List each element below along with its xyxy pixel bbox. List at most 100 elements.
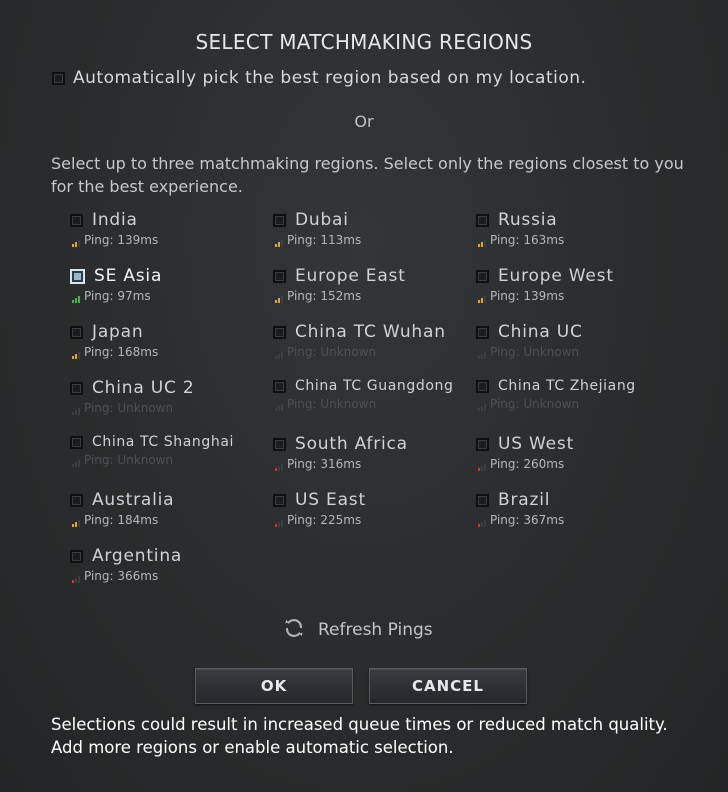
refresh-pings-button[interactable]: Refresh Pings bbox=[282, 616, 433, 644]
signal-bar bbox=[75, 410, 77, 415]
region-option-japan[interactable]: Japan Ping: 168ms bbox=[70, 322, 270, 372]
region-checkbox-brazil[interactable] bbox=[476, 493, 489, 507]
region-checkbox-china-tc-zhejiang[interactable] bbox=[476, 379, 489, 393]
region-checkbox-russia[interactable] bbox=[476, 213, 489, 227]
ping-value: Ping: 260ms bbox=[490, 457, 565, 471]
region-name: Brazil bbox=[498, 490, 551, 510]
dialog-title: SELECT MATCHMAKING REGIONS bbox=[195, 30, 533, 54]
region-name: SE Asia bbox=[94, 266, 163, 286]
ping-row: Ping: 260ms bbox=[478, 457, 676, 471]
region-name-row: South Africa bbox=[273, 434, 473, 454]
signal-bar bbox=[484, 240, 486, 247]
signal-bar bbox=[481, 522, 483, 527]
signal-bar bbox=[278, 466, 280, 471]
region-name: US West bbox=[498, 434, 575, 454]
region-name-row: China TC Shanghai bbox=[70, 434, 270, 450]
region-option-china-tc-shanghai[interactable]: China TC Shanghai Ping: Unknown bbox=[70, 434, 270, 484]
or-separator: Or bbox=[354, 112, 374, 131]
region-name-row: Brazil bbox=[476, 490, 676, 510]
auto-pick-option[interactable]: Automatically pick the best region based… bbox=[52, 68, 586, 88]
signal-bar bbox=[478, 356, 480, 359]
signal-bar bbox=[78, 576, 80, 583]
signal-bars-icon bbox=[72, 519, 80, 527]
signal-bar bbox=[281, 464, 283, 471]
region-option-dubai[interactable]: Dubai Ping: 113ms bbox=[273, 210, 473, 260]
signal-bars-icon bbox=[275, 295, 283, 303]
region-name: China UC bbox=[498, 322, 583, 342]
region-name-row: Europe West bbox=[476, 266, 676, 286]
region-checkbox-us-west[interactable] bbox=[476, 437, 489, 451]
signal-bars-icon bbox=[275, 351, 283, 359]
signal-bar bbox=[278, 406, 280, 411]
region-checkbox-china-tc-guangdong[interactable] bbox=[273, 379, 286, 393]
signal-bar bbox=[78, 240, 80, 247]
signal-bar bbox=[78, 352, 80, 359]
region-option-china-tc-guangdong[interactable]: China TC Guangdong Ping: Unknown bbox=[273, 378, 473, 428]
signal-bars-icon bbox=[72, 351, 80, 359]
auto-pick-checkbox[interactable] bbox=[52, 71, 65, 85]
signal-bar bbox=[78, 520, 80, 527]
region-checkbox-australia[interactable] bbox=[70, 493, 83, 507]
cancel-button[interactable]: CANCEL bbox=[369, 668, 527, 704]
region-checkbox-china-tc-wuhan[interactable] bbox=[273, 325, 286, 339]
ping-value: Ping: 113ms bbox=[287, 233, 362, 247]
region-name-row: US East bbox=[273, 490, 473, 510]
signal-bars-icon bbox=[72, 459, 80, 467]
region-option-china-tc-wuhan[interactable]: China TC Wuhan Ping: Unknown bbox=[273, 322, 473, 372]
ping-row: Ping: 113ms bbox=[275, 233, 473, 247]
signal-bar bbox=[278, 522, 280, 527]
region-checkbox-argentina[interactable] bbox=[70, 549, 83, 563]
region-checkbox-south-africa[interactable] bbox=[273, 437, 286, 451]
region-option-brazil[interactable]: Brazil Ping: 367ms bbox=[476, 490, 676, 540]
region-checkbox-dubai[interactable] bbox=[273, 213, 286, 227]
ping-row: Ping: Unknown bbox=[478, 345, 676, 359]
region-option-us-east[interactable]: US East Ping: 225ms bbox=[273, 490, 473, 540]
ping-value: Ping: 316ms bbox=[287, 457, 362, 471]
region-checkbox-china-uc-2[interactable] bbox=[70, 381, 83, 395]
region-option-china-uc[interactable]: China UC Ping: Unknown bbox=[476, 322, 676, 372]
region-option-india[interactable]: India Ping: 139ms bbox=[70, 210, 270, 260]
ping-row: Ping: Unknown bbox=[72, 401, 270, 415]
region-option-europe-west[interactable]: Europe West Ping: 139ms bbox=[476, 266, 676, 316]
region-option-russia[interactable]: Russia Ping: 163ms bbox=[476, 210, 676, 260]
signal-bar bbox=[481, 354, 483, 359]
region-checkbox-india[interactable] bbox=[70, 213, 83, 227]
region-checkbox-us-east[interactable] bbox=[273, 493, 286, 507]
region-option-china-tc-zhejiang[interactable]: China TC Zhejiang Ping: Unknown bbox=[476, 378, 676, 428]
region-checkbox-europe-east[interactable] bbox=[273, 269, 286, 283]
signal-bar bbox=[478, 524, 480, 527]
region-checkbox-china-uc[interactable] bbox=[476, 325, 489, 339]
ping-value: Ping: Unknown bbox=[84, 401, 174, 415]
signal-bars-icon bbox=[72, 295, 80, 303]
region-option-se-asia[interactable]: SE Asia Ping: 97ms bbox=[70, 266, 270, 316]
ping-value: Ping: Unknown bbox=[287, 397, 377, 411]
region-checkbox-se-asia[interactable] bbox=[70, 268, 85, 284]
signal-bars-icon bbox=[275, 403, 283, 411]
ping-row: Ping: Unknown bbox=[478, 397, 676, 411]
region-option-china-uc-2[interactable]: China UC 2 Ping: Unknown bbox=[70, 378, 270, 428]
ping-value: Ping: Unknown bbox=[490, 397, 580, 411]
ping-value: Ping: 366ms bbox=[84, 569, 159, 583]
region-checkbox-japan[interactable] bbox=[70, 325, 83, 339]
signal-bar bbox=[481, 466, 483, 471]
signal-bar bbox=[478, 300, 480, 303]
region-option-australia[interactable]: Australia Ping: 184ms bbox=[70, 490, 270, 540]
region-checkbox-europe-west[interactable] bbox=[476, 269, 489, 283]
ok-button[interactable]: OK bbox=[195, 668, 353, 704]
ping-row: Ping: 139ms bbox=[72, 233, 270, 247]
signal-bar bbox=[484, 404, 486, 411]
signal-bar bbox=[281, 520, 283, 527]
ping-value: Ping: Unknown bbox=[490, 345, 580, 359]
signal-bar bbox=[281, 240, 283, 247]
signal-bars-icon bbox=[72, 407, 80, 415]
region-option-argentina[interactable]: Argentina Ping: 366ms bbox=[70, 546, 270, 596]
region-option-europe-east[interactable]: Europe East Ping: 152ms bbox=[273, 266, 473, 316]
region-option-south-africa[interactable]: South Africa Ping: 316ms bbox=[273, 434, 473, 484]
region-name-row: Argentina bbox=[70, 546, 270, 566]
region-name: Japan bbox=[92, 322, 144, 342]
region-checkbox-china-tc-shanghai[interactable] bbox=[70, 435, 83, 449]
signal-bar bbox=[78, 408, 80, 415]
ping-row: Ping: 163ms bbox=[478, 233, 676, 247]
signal-bar bbox=[275, 468, 277, 471]
region-option-us-west[interactable]: US West Ping: 260ms bbox=[476, 434, 676, 484]
